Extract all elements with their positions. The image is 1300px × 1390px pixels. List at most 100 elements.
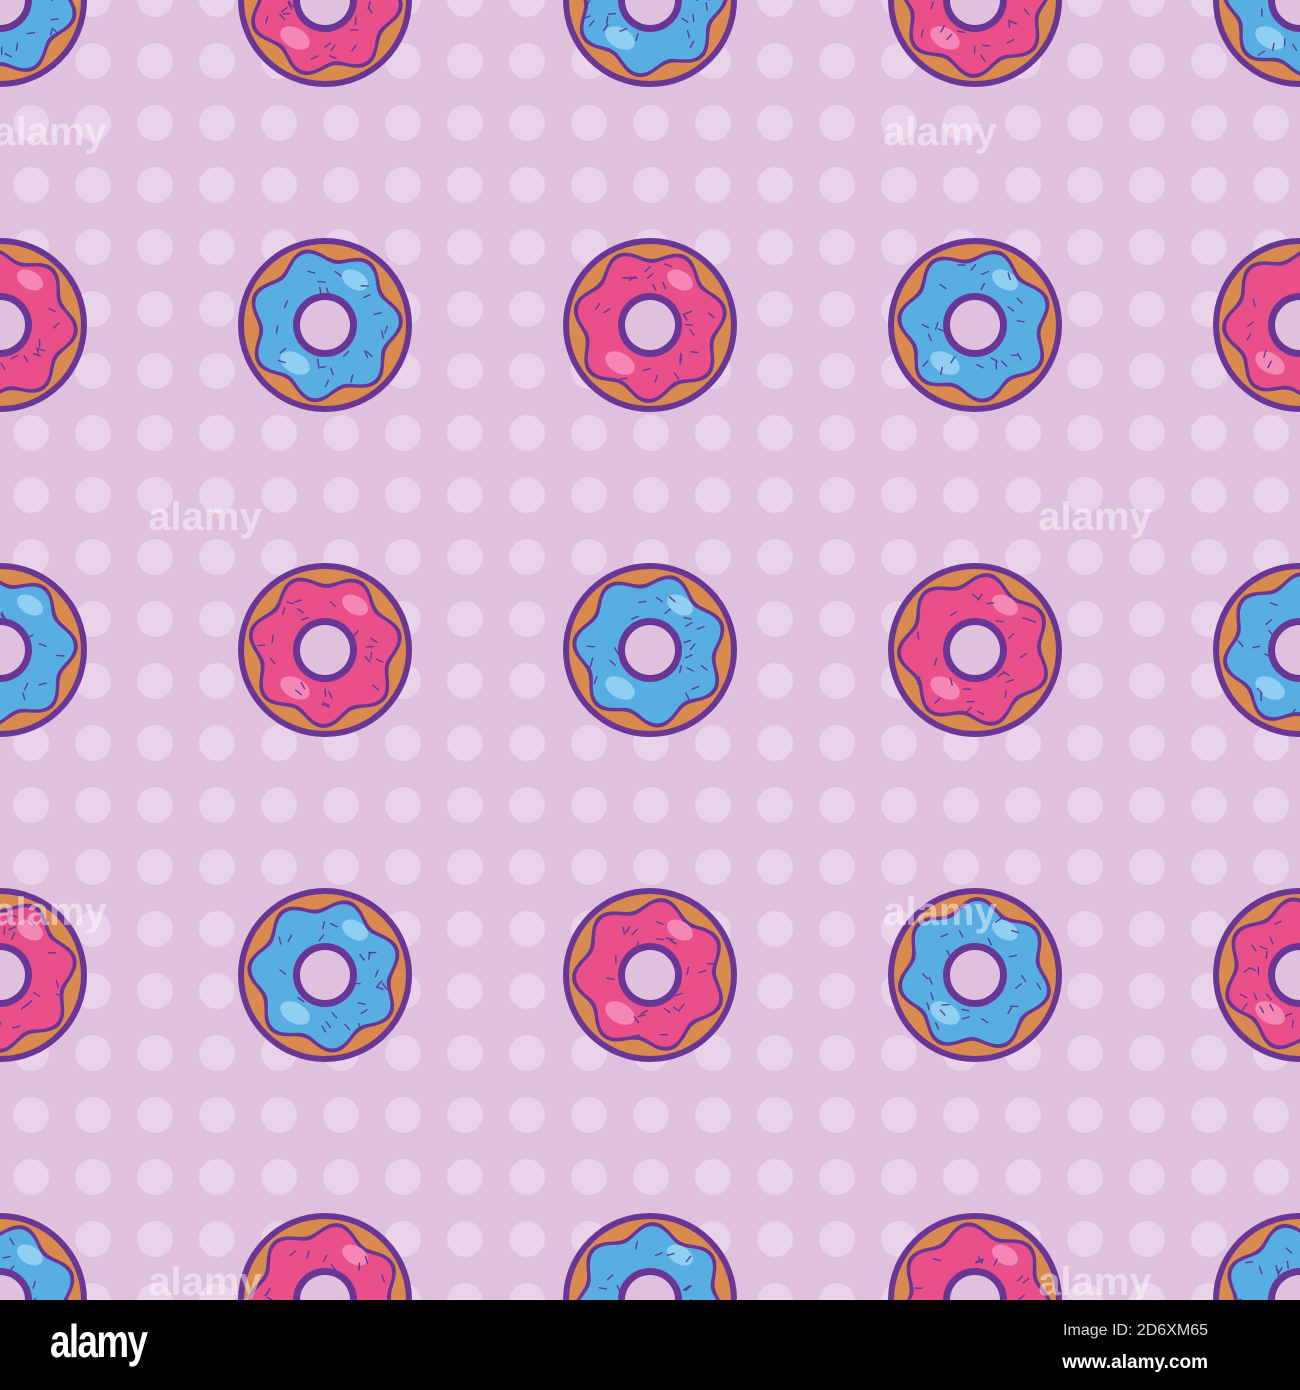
polka-dot (1191, 539, 1227, 575)
polka-dot (199, 725, 235, 761)
polka-dot (447, 663, 483, 699)
polka-dot (695, 725, 731, 761)
polka-dot (1191, 787, 1227, 823)
polka-dot (1067, 1221, 1103, 1257)
polka-dot (447, 1035, 483, 1071)
sprinkle (606, 16, 609, 25)
polka-dot (943, 415, 979, 451)
polka-dot (881, 477, 917, 513)
polka-dot (75, 1035, 111, 1071)
sprinkle (985, 602, 995, 605)
sprinkle (368, 951, 377, 954)
polka-dot (323, 1159, 359, 1195)
polka-dot (323, 1097, 359, 1133)
polka-dot (1067, 353, 1103, 389)
polka-dot (1253, 415, 1289, 451)
polka-dot (1129, 415, 1165, 451)
polka-dot (1005, 477, 1041, 513)
polka-dot (509, 229, 545, 265)
polka-dot (261, 415, 297, 451)
polka-dot (757, 663, 793, 699)
polka-dot (137, 291, 173, 327)
polka-dot (199, 105, 235, 141)
polka-dot (261, 539, 297, 575)
sprinkle (1010, 354, 1020, 357)
polka-dot (75, 415, 111, 451)
polka-dot (1191, 849, 1227, 885)
polka-dot (199, 1221, 235, 1257)
sprinkle (981, 44, 991, 47)
polka-dot (881, 725, 917, 761)
polka-dot (819, 663, 855, 699)
polka-dot (943, 787, 979, 823)
polka-dot (695, 1097, 731, 1133)
polka-dot (509, 663, 545, 699)
polka-dot (261, 849, 297, 885)
polka-dot (1129, 1035, 1165, 1071)
polka-dot (819, 787, 855, 823)
polka-dot (633, 415, 669, 451)
polka-dot (819, 477, 855, 513)
polka-dot (757, 415, 793, 451)
polka-dot (757, 477, 793, 513)
polka-dot (571, 725, 607, 761)
polka-dot (13, 849, 49, 885)
polka-dot (695, 787, 731, 823)
polka-dot (819, 539, 855, 575)
polka-dot (137, 1221, 173, 1257)
polka-dot (757, 849, 793, 885)
donut-hole (950, 300, 1000, 350)
polka-dot (943, 849, 979, 885)
polka-dot (1129, 167, 1165, 203)
polka-dot (509, 1097, 545, 1133)
polka-dot (137, 849, 173, 885)
polka-dot (385, 1097, 421, 1133)
polka-dot (75, 1221, 111, 1257)
polka-dot (13, 167, 49, 203)
polka-dot (1067, 1159, 1103, 1195)
polka-dot (571, 477, 607, 513)
polka-dot (323, 849, 359, 885)
sprinkle (1286, 1260, 1289, 1270)
footer-bar: alamy Image ID: 2D6XM65 www.alamy.com (0, 1300, 1300, 1390)
polka-dot (695, 477, 731, 513)
polka-dot (447, 1097, 483, 1133)
sprinkle (692, 13, 695, 23)
donut-hole (300, 950, 350, 1000)
polka-dot (137, 229, 173, 265)
polka-dot (261, 477, 297, 513)
polka-dot (447, 725, 483, 761)
polka-dot (757, 1097, 793, 1133)
polka-dot (1129, 105, 1165, 141)
polka-dot (1005, 415, 1041, 451)
sprinkle (1004, 690, 1007, 699)
polka-dot (1253, 787, 1289, 823)
watermark: alamy (883, 110, 997, 154)
sprinkle (257, 644, 266, 647)
polka-dot (819, 1097, 855, 1133)
polka-dot (199, 539, 235, 575)
polka-dot (819, 415, 855, 451)
image-id: Image ID: 2D6XM65 (1063, 1322, 1208, 1339)
polka-dot (385, 167, 421, 203)
polka-dot (447, 477, 483, 513)
polka-dot (1253, 1097, 1289, 1133)
sprinkle (324, 688, 327, 697)
sprinkle (917, 631, 920, 640)
polka-dot (137, 1159, 173, 1195)
polka-dot (509, 539, 545, 575)
polka-dot (385, 415, 421, 451)
polka-dot (757, 787, 793, 823)
sprinkle (354, 16, 357, 26)
polka-dot (1067, 1035, 1103, 1071)
polka-dot (75, 1097, 111, 1133)
polka-dot (1129, 725, 1165, 761)
polka-dot (695, 167, 731, 203)
polka-dot (881, 1035, 917, 1071)
polka-dot (447, 973, 483, 1009)
polka-dot (1191, 229, 1227, 265)
sprinkle (690, 351, 699, 354)
polka-dot (1129, 229, 1165, 265)
polka-dot (1191, 477, 1227, 513)
polka-dot (199, 601, 235, 637)
